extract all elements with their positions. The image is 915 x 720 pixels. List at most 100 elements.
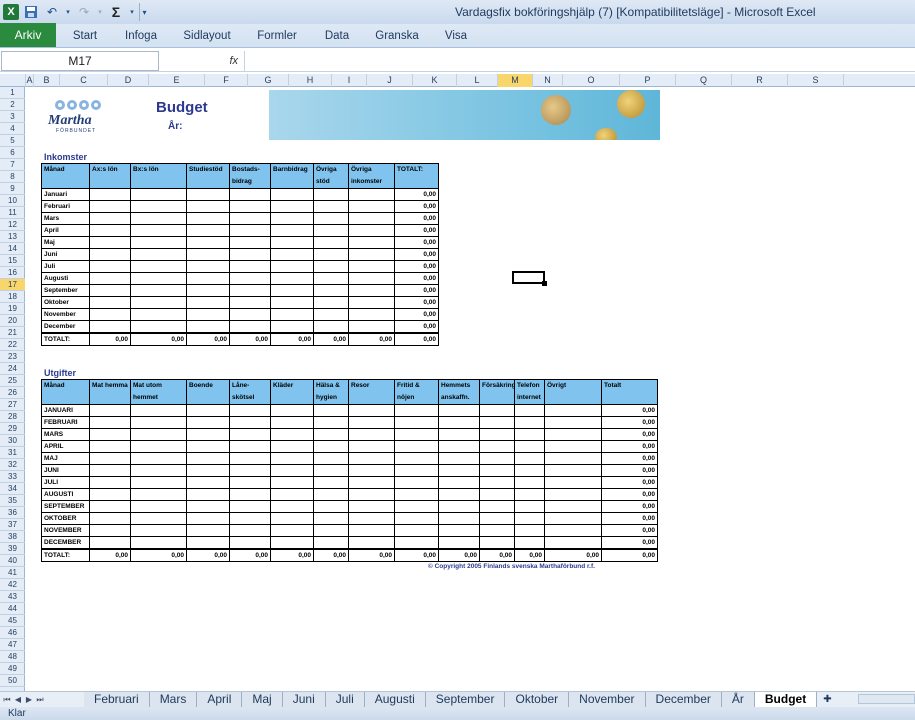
input-cell[interactable]: [130, 212, 187, 225]
input-cell[interactable]: [313, 200, 349, 213]
row-total-cell[interactable]: 0,00: [394, 200, 439, 213]
row-header[interactable]: 37: [0, 519, 25, 531]
input-cell[interactable]: [130, 416, 187, 429]
redo-icon[interactable]: ↷: [75, 3, 93, 21]
total-cell[interactable]: 0,00: [89, 332, 131, 346]
input-cell[interactable]: [348, 536, 395, 550]
input-cell[interactable]: [348, 452, 395, 465]
row-header[interactable]: 19: [0, 303, 25, 315]
total-cell[interactable]: 0,00: [229, 332, 271, 346]
row-header[interactable]: 10: [0, 195, 25, 207]
input-cell[interactable]: [479, 404, 515, 417]
input-cell[interactable]: [89, 476, 131, 489]
input-cell[interactable]: [479, 488, 515, 501]
undo-icon[interactable]: ↶: [43, 3, 61, 21]
input-cell[interactable]: [394, 452, 439, 465]
select-all-corner[interactable]: [0, 74, 26, 87]
input-cell[interactable]: [229, 308, 271, 321]
input-cell[interactable]: [348, 416, 395, 429]
input-cell[interactable]: [270, 320, 314, 334]
input-cell[interactable]: [394, 488, 439, 501]
input-cell[interactable]: [514, 500, 545, 513]
row-header[interactable]: 4: [0, 123, 25, 135]
input-cell[interactable]: [186, 428, 230, 441]
input-cell[interactable]: [313, 488, 349, 501]
tab-sidlayout[interactable]: Sidlayout: [168, 25, 246, 47]
total-cell[interactable]: 0,00: [601, 548, 658, 562]
name-box[interactable]: M17: [1, 50, 159, 71]
input-cell[interactable]: [394, 428, 439, 441]
input-cell[interactable]: [229, 404, 271, 417]
input-cell[interactable]: [348, 248, 395, 261]
input-cell[interactable]: [313, 440, 349, 453]
input-cell[interactable]: [544, 464, 602, 477]
input-cell[interactable]: [438, 416, 480, 429]
input-cell[interactable]: [89, 488, 131, 501]
row-total-cell[interactable]: 0,00: [394, 260, 439, 273]
total-cell[interactable]: 0,00: [270, 332, 314, 346]
input-cell[interactable]: [270, 500, 314, 513]
tab-granska[interactable]: Granska: [366, 25, 428, 47]
tab-infoga[interactable]: Infoga: [114, 25, 168, 47]
input-cell[interactable]: [544, 536, 602, 550]
row-header[interactable]: 46: [0, 627, 25, 639]
income-header-cell[interactable]: Ax:s lön: [89, 163, 131, 189]
input-cell[interactable]: [130, 452, 187, 465]
input-cell[interactable]: [348, 260, 395, 273]
expenses-header-cell[interactable]: Låne-skötsel: [229, 379, 271, 405]
total-cell[interactable]: 0,00: [186, 332, 230, 346]
row-header[interactable]: 47: [0, 639, 25, 651]
row-header[interactable]: 44: [0, 603, 25, 615]
income-header-cell[interactable]: Övriga stöd: [313, 163, 349, 189]
input-cell[interactable]: [270, 224, 314, 237]
input-cell[interactable]: [89, 284, 131, 297]
row-total-cell[interactable]: 0,00: [601, 536, 658, 550]
input-cell[interactable]: [229, 260, 271, 273]
row-total-cell[interactable]: 0,00: [601, 464, 658, 477]
sheet-tab-mars[interactable]: Mars: [149, 691, 198, 708]
input-cell[interactable]: [270, 416, 314, 429]
save-icon[interactable]: [22, 3, 40, 21]
input-cell[interactable]: [514, 536, 545, 550]
input-cell[interactable]: [270, 296, 314, 309]
input-cell[interactable]: [479, 476, 515, 489]
input-cell[interactable]: [270, 272, 314, 285]
input-cell[interactable]: [229, 212, 271, 225]
row-header[interactable]: 14: [0, 243, 25, 255]
input-cell[interactable]: [130, 476, 187, 489]
income-header-cell[interactable]: Övriga inkomster: [348, 163, 395, 189]
input-cell[interactable]: [313, 248, 349, 261]
input-cell[interactable]: [313, 272, 349, 285]
month-cell[interactable]: SEPTEMBER: [41, 500, 90, 513]
column-header-p[interactable]: P: [620, 74, 676, 87]
column-header-f[interactable]: F: [205, 74, 248, 87]
row-total-cell[interactable]: 0,00: [394, 296, 439, 309]
input-cell[interactable]: [270, 248, 314, 261]
input-cell[interactable]: [130, 428, 187, 441]
input-cell[interactable]: [348, 440, 395, 453]
input-cell[interactable]: [438, 464, 480, 477]
input-cell[interactable]: [229, 488, 271, 501]
input-cell[interactable]: [186, 272, 230, 285]
sheet-tab-år[interactable]: År: [721, 691, 755, 708]
input-cell[interactable]: [270, 236, 314, 249]
row-header[interactable]: 34: [0, 483, 25, 495]
input-cell[interactable]: [270, 308, 314, 321]
sheet-tab-budget[interactable]: Budget: [754, 691, 818, 708]
input-cell[interactable]: [89, 320, 131, 334]
input-cell[interactable]: [313, 512, 349, 525]
month-cell[interactable]: MARS: [41, 428, 90, 441]
input-cell[interactable]: [348, 188, 395, 201]
input-cell[interactable]: [313, 452, 349, 465]
excel-app-icon[interactable]: X: [3, 4, 19, 20]
input-cell[interactable]: [229, 296, 271, 309]
row-total-cell[interactable]: 0,00: [394, 308, 439, 321]
input-cell[interactable]: [313, 284, 349, 297]
input-cell[interactable]: [544, 428, 602, 441]
month-cell[interactable]: OKTOBER: [41, 512, 90, 525]
input-cell[interactable]: [229, 284, 271, 297]
input-cell[interactable]: [186, 296, 230, 309]
input-cell[interactable]: [229, 224, 271, 237]
formula-input[interactable]: [245, 51, 915, 71]
row-header[interactable]: 8: [0, 171, 25, 183]
